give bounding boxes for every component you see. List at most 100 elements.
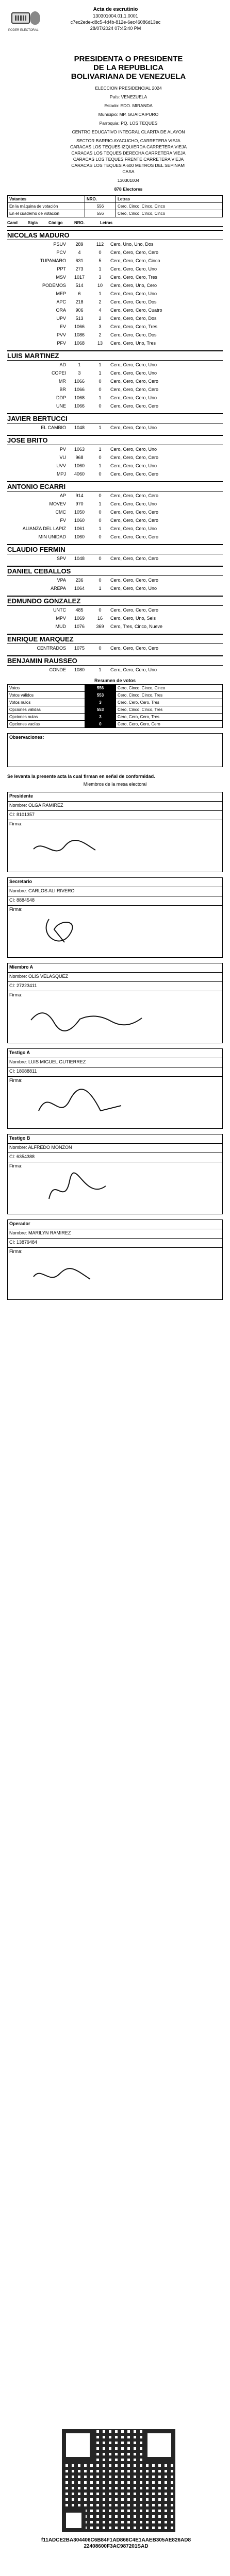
party-row: PSUV 289 112 Cero, Uno, Uno, Dos — [7, 240, 223, 248]
col-header: Código — [48, 221, 63, 225]
party-votes-words: Cero, Cero, Cero, Cero — [110, 455, 159, 460]
party-row: DDP 1068 1 Cero, Cero, Cero, Uno — [7, 394, 223, 402]
party-votes: 0 — [98, 578, 102, 583]
party-row: MSV 1017 3 Cero, Cero, Cero, Tres — [7, 273, 223, 281]
acta-label: Acta de escrutinio — [93, 7, 138, 12]
party-votes-words: Cero, Cero, Cero, Uno — [110, 463, 157, 468]
party-votes: 4 — [98, 308, 102, 313]
party-votes: 1 — [98, 447, 102, 452]
member-ci: CI: 27223411 — [8, 982, 222, 991]
party-sigla: SPV — [56, 556, 66, 561]
party-sigla: PPT — [57, 266, 66, 272]
party-votes: 13 — [97, 341, 103, 346]
party-votes-words: Cero, Cero, Cero, Cero — [110, 534, 159, 539]
cell: Opciones vacías — [7, 720, 85, 728]
firma-label: Firma: — [9, 1078, 23, 1083]
member-role: Testigo B — [8, 1134, 222, 1144]
election-title: PRESIDENTA O PRESIDENTE DE LA REPUBLICA … — [71, 55, 186, 81]
member-ci: CI: 8101357 — [8, 811, 222, 820]
party-code: 485 — [75, 607, 84, 613]
party-votes: 2 — [98, 316, 102, 321]
party-row: PVV 1086 2 Cero, Cero, Cero, Dos — [7, 331, 223, 339]
party-sigla: MUD — [55, 624, 67, 629]
party-row: AREPA 1064 1 Cero, Cero, Cero, Uno — [7, 584, 223, 592]
role-label: Testigo A — [9, 1050, 30, 1055]
party-code: 1076 — [74, 624, 85, 629]
cell: 553 — [85, 706, 116, 714]
member-block: Testigo B Nombre: ALFREDO MONZON CI: 63543… — [7, 1134, 223, 1214]
party-code: 289 — [75, 242, 84, 247]
party-sigla: AP — [59, 493, 66, 498]
party-row: MR 1066 0 Cero, Cero, Cero, Cero — [7, 377, 223, 385]
party-row: UNTC 485 0 Cero, Cero, Cero, Cero — [7, 606, 223, 614]
party-code: 513 — [75, 316, 84, 321]
party-votes: 1 — [98, 266, 102, 272]
party-code: 968 — [75, 455, 84, 460]
party-row: FV 1060 0 Cero, Cero, Cero, Cero — [7, 516, 223, 524]
party-code: 1048 — [74, 556, 85, 561]
cell: 556 — [85, 210, 116, 217]
party-votes-words: Cero, Cero, Cero, Cero — [110, 250, 159, 255]
party-votes: 16 — [97, 616, 103, 621]
qr-code — [62, 2429, 175, 2532]
party-code: 4060 — [74, 471, 85, 477]
member-role: Operador — [8, 1220, 222, 1229]
party-votes: 0 — [98, 455, 102, 460]
party-votes: 1 — [98, 463, 102, 468]
party-votes: 0 — [98, 534, 102, 539]
party-votes: 0 — [98, 403, 102, 409]
logo-text: PODER ELECTORAL — [8, 29, 39, 32]
firma-label: Firma: — [9, 1163, 23, 1168]
party-votes: 1 — [98, 395, 102, 400]
cell: 3 — [85, 713, 116, 721]
col-header: Letras — [116, 195, 223, 203]
party-row: CMC 1050 0 Cero, Cero, Cero, Cero — [7, 508, 223, 516]
party-sigla: MPJ — [57, 471, 66, 477]
party-sigla: VU — [59, 455, 66, 460]
party-sigla: TUPAMARO — [40, 258, 66, 263]
party-votes: 0 — [98, 607, 102, 613]
party-sigla: CENTRADOS — [37, 646, 66, 651]
acta-meta: Acta de escrutinio 130301004.01.1.0001 c… — [59, 5, 172, 31]
summary-row: Votos válidos 553 Cero, Cinco, Cinco, Tres — [7, 691, 223, 699]
party-code: 236 — [75, 578, 84, 583]
party-votes-words: Cero, Cero, Cero, Uno — [110, 370, 157, 376]
party-row: PCV 4 0 Cero, Cero, Cero, Cero — [7, 248, 223, 257]
member-role: Testigo A — [8, 1049, 222, 1058]
party-votes-words: Cero, Cero, Cero, Uno — [110, 447, 157, 452]
col-header: NRO. — [85, 195, 116, 203]
member-ci: CI: 13879484 — [8, 1239, 222, 1248]
party-votes: 2 — [98, 332, 102, 337]
parroquia: Parroquia: PQ. LOS TEQUES — [99, 121, 158, 126]
party-votes: 0 — [98, 518, 102, 523]
party-row: AP 914 0 Cero, Cero, Cero, Cero — [7, 492, 223, 500]
party-sigla: VPA — [57, 578, 66, 583]
party-votes-words: Cero, Cero, Cero, Cero — [110, 387, 159, 392]
party-votes-words: Cero, Cero, Uno, Tres — [110, 341, 156, 346]
party-votes: 1 — [98, 586, 102, 591]
summary-row: Votos 556 Cero, Cinco, Cinco, Cinco — [7, 684, 223, 692]
cell: Opciones nulas — [7, 713, 85, 721]
col-header: Sigla — [28, 221, 38, 225]
firma-label: Firma: — [9, 907, 23, 912]
observaciones-box: Observaciones: — [7, 733, 223, 767]
party-code: 1066 — [74, 324, 85, 329]
table-row: En la máquina de votación 556 Cero, Cinc… — [7, 202, 223, 210]
summary-table: Votos 556 Cero, Cinco, Cinco, Cinco Votos v… — [7, 684, 223, 728]
party-code: 1061 — [74, 526, 85, 531]
member-role: Presidente — [8, 792, 222, 802]
party-row: CONDE 1080 1 Cero, Cero, Cero, Uno — [7, 666, 223, 674]
party-sigla: MSV — [56, 275, 66, 280]
firma-label: Firma: — [9, 992, 23, 997]
handwritten-signature — [48, 1172, 106, 1199]
party-votes-words: Cero, Cero, Cero, Dos — [110, 332, 157, 337]
party-code: 1066 — [74, 387, 85, 392]
member-ci: CI: 18088811 — [8, 1067, 222, 1077]
candidate-name: BENJAMIN RAUSSEO — [7, 655, 223, 666]
party-code: 6 — [78, 291, 81, 296]
party-votes-words: Cero, Cero, Cero, Uno — [110, 526, 157, 531]
estado: Estado: EDO. MIRANDA — [104, 103, 153, 108]
pais: País: VENEZUELA — [109, 94, 147, 99]
cell: Cero, Cero, Cero, Tres — [116, 713, 223, 721]
member-block: Presidente Nombre: OLGA RAMIREZ CI: 810135… — [7, 792, 223, 872]
